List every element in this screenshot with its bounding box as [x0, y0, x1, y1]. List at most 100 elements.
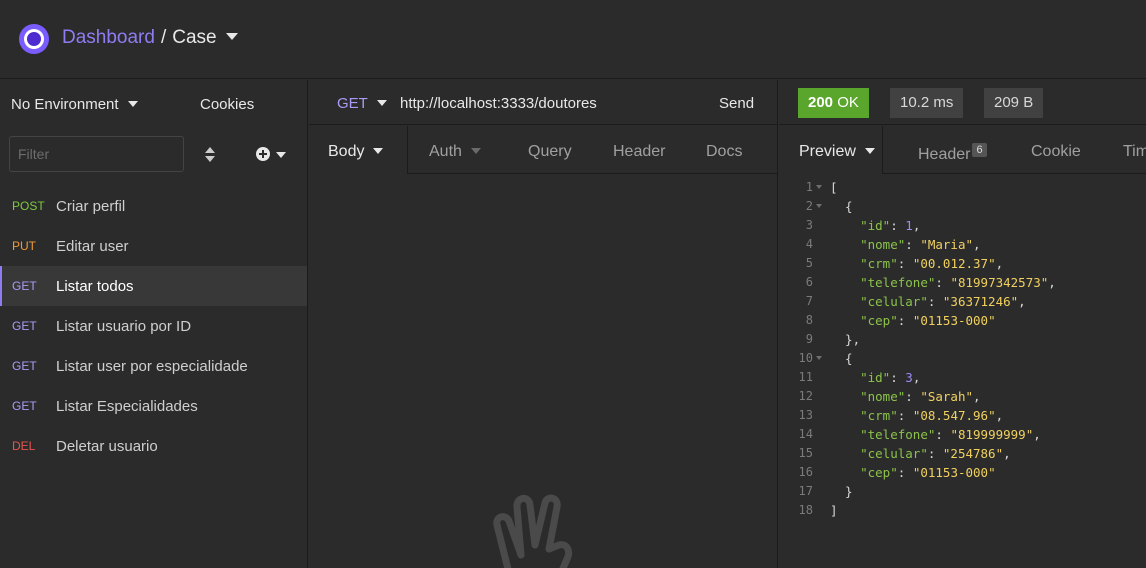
- code-line: 16 "cep": "01153-000": [779, 463, 1146, 482]
- json-key: "cep": [860, 465, 898, 480]
- request-item-listar-todos[interactable]: GET Listar todos: [0, 266, 307, 306]
- json-key: "nome": [860, 389, 906, 404]
- chevron-down-icon: [376, 100, 387, 106]
- json-value: "01153-000": [912, 313, 996, 328]
- request-item-listar-usuario-por-id[interactable]: GET Listar usuario por ID: [0, 306, 307, 346]
- code-line: 14 "telefone": "819999999",: [779, 425, 1146, 444]
- line-number: 1: [805, 180, 813, 194]
- code-line: 8 "cep": "01153-000": [779, 311, 1146, 330]
- method-badge: PUT: [12, 239, 36, 253]
- chevron-down-icon: [470, 148, 481, 154]
- json-key: "crm": [860, 408, 898, 423]
- line-number: 10: [798, 351, 813, 365]
- request-item-listar-user-por-especialidade[interactable]: GET Listar user por especialidade: [0, 346, 307, 386]
- line-number: 3: [805, 218, 813, 232]
- code-line: 13 "crm": "08.547.96",: [779, 406, 1146, 425]
- request-item-criar-perfil[interactable]: POST Criar perfil: [0, 186, 307, 226]
- tab-docs[interactable]: Docs: [706, 143, 742, 161]
- line-number: 12: [798, 389, 813, 403]
- json-value: "Maria": [920, 237, 974, 252]
- method-badge: GET: [12, 359, 37, 373]
- request-item-listar-especialidades[interactable]: GET Listar Especialidades: [0, 386, 307, 426]
- code-line: 3 "id": 1,: [779, 216, 1146, 235]
- json-value: "00.012.37": [912, 256, 996, 271]
- chevron-down-icon: [127, 101, 138, 107]
- line-number: 17: [798, 484, 813, 498]
- response-status-bar: 200 OK 10.2 ms 209 B: [779, 80, 1146, 125]
- json-key: "celular": [860, 294, 928, 309]
- status-text: OK: [837, 94, 859, 111]
- json-value: "819999999": [950, 427, 1034, 442]
- fold-arrow-icon[interactable]: [816, 356, 822, 360]
- request-name: Editar user: [56, 237, 129, 255]
- code-line: 4 "nome": "Maria",: [779, 235, 1146, 254]
- method-badge: GET: [12, 399, 37, 413]
- tab-body[interactable]: Body: [328, 143, 384, 161]
- line-number: 18: [798, 503, 813, 517]
- fold-arrow-icon[interactable]: [816, 204, 822, 208]
- json-key: "telefone": [860, 275, 936, 290]
- add-circle-icon[interactable]: [256, 147, 270, 161]
- cookies-button[interactable]: Cookies: [200, 96, 254, 113]
- breadcrumb: Dashboard / Case: [62, 27, 238, 49]
- tab-divider: [408, 173, 778, 174]
- json-value: "01153-000": [912, 465, 996, 480]
- tab-auth-label: Auth: [429, 143, 462, 160]
- tab-query[interactable]: Query: [528, 143, 572, 161]
- tab-auth[interactable]: Auth: [429, 143, 481, 161]
- chevron-down-icon[interactable]: [276, 152, 286, 158]
- json-value: "81997342573": [950, 275, 1049, 290]
- tab-body-label: Body: [328, 143, 365, 160]
- json-value: 3: [905, 370, 913, 385]
- method-badge: GET: [12, 279, 37, 293]
- code-line: 18]: [779, 501, 1146, 520]
- line-number: 2: [805, 199, 813, 213]
- request-name: Listar todos: [56, 277, 134, 295]
- breadcrumb-separator: /: [160, 27, 167, 48]
- tab-header[interactable]: Header: [613, 143, 665, 161]
- tab-response-header-label: Header: [918, 146, 971, 163]
- size-badge: 209 B: [984, 88, 1044, 118]
- response-json-viewer[interactable]: 1[ 2 { 3 "id": 1, 4 "nome": "Maria", 5 "…: [779, 178, 1146, 520]
- send-button[interactable]: Send: [719, 95, 754, 112]
- top-bar: Dashboard / Case: [0, 0, 1146, 79]
- url-input[interactable]: http://localhost:3333/doutores: [400, 95, 597, 112]
- header-count-badge: 6: [972, 143, 987, 157]
- environment-label: No Environment: [11, 96, 119, 113]
- code-line: 10 {: [779, 349, 1146, 368]
- tab-timeline[interactable]: Timeline: [1123, 143, 1146, 161]
- line-number: 14: [798, 427, 813, 441]
- request-name: Listar usuario por ID: [56, 317, 192, 335]
- filter-input[interactable]: [9, 136, 184, 172]
- line-number: 15: [798, 446, 813, 460]
- request-name: Criar perfil: [56, 197, 126, 215]
- json-value: "36371246": [942, 294, 1019, 309]
- time-badge: 10.2 ms: [890, 88, 964, 118]
- json-value: 1: [905, 218, 913, 233]
- code-line: 5 "crm": "00.012.37",: [779, 254, 1146, 273]
- environment-dropdown[interactable]: No Environment: [11, 96, 138, 113]
- json-key: "id": [860, 218, 891, 233]
- line-number: 11: [798, 370, 813, 384]
- breadcrumb-dashboard-link[interactable]: Dashboard: [62, 27, 155, 48]
- line-number: 6: [805, 275, 813, 289]
- http-method-label: GET: [337, 95, 368, 112]
- line-number: 4: [805, 237, 813, 251]
- request-item-editar-user[interactable]: PUT Editar user: [0, 226, 307, 266]
- response-tabs: Preview Header6 Cookie Timeline: [779, 126, 1146, 173]
- fold-arrow-icon[interactable]: [816, 185, 822, 189]
- tab-preview-label: Preview: [799, 143, 856, 160]
- request-item-deletar-usuario[interactable]: DEL Deletar usuario: [0, 426, 307, 466]
- line-number: 13: [798, 408, 813, 422]
- app-logo-icon[interactable]: [19, 24, 49, 54]
- request-name: Deletar usuario: [56, 437, 158, 455]
- tab-cookie[interactable]: Cookie: [1031, 143, 1081, 161]
- tab-preview[interactable]: Preview: [799, 143, 875, 161]
- code-line: 1[: [779, 178, 1146, 197]
- chevron-down-icon[interactable]: [225, 33, 238, 40]
- workspace-dropdown[interactable]: Case: [172, 27, 216, 48]
- sort-icon[interactable]: [204, 147, 216, 163]
- tab-response-header[interactable]: Header 6: [918, 143, 987, 164]
- request-pane: GET http://localhost:3333/doutores Send …: [309, 80, 778, 568]
- http-method-dropdown[interactable]: GET: [337, 95, 387, 112]
